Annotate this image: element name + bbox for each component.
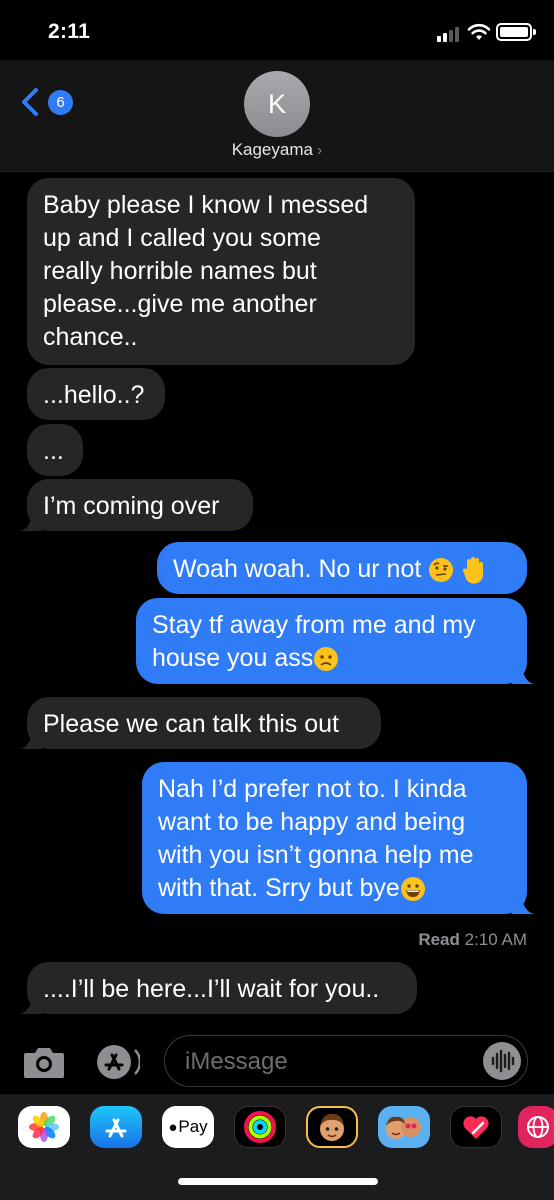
message-bubble-outgoing[interactable]: Nah I’d prefer not to. I kinda want to b… [142,762,534,914]
bubble-tail [512,894,534,914]
bubble-tail [20,994,42,1014]
message-list[interactable]: Baby please I know I messed up and I cal… [0,172,554,1024]
camera-icon[interactable] [22,1044,66,1080]
bubble-tail [20,729,42,749]
message-bubble-incoming[interactable]: Baby please I know I messed up and I cal… [27,178,415,365]
cellular-signal-icon [437,26,463,42]
message-line: Woah woah. No ur not [173,555,422,583]
message-bubble-outgoing[interactable]: Stay tf away from me and my house you as… [136,598,534,684]
message-input[interactable]: iMessage [164,1035,528,1087]
message-line: Baby please I know I messed [43,191,369,219]
app-store-icon[interactable] [90,1106,142,1148]
grinning-face-icon [400,877,425,902]
memoji-hearts-icon[interactable] [450,1106,502,1148]
message-line: with that. Srry but bye [158,874,400,902]
apple-pay-label: Pay [178,1117,208,1136]
memoji-stickers-icon[interactable] [378,1106,430,1148]
message-line: with you isn’t gonna help me [158,841,474,869]
message-line: house you ass [152,644,314,672]
waveform-icon [491,1049,515,1073]
message-line: ....I’ll be here...I’ll wait for you.. [43,975,380,1003]
bubble-tail [512,664,534,684]
chevron-right-icon: › [316,142,323,159]
message-line: ...hello..? [43,381,145,409]
wifi-icon [467,23,491,40]
raised-hand-icon [463,557,484,585]
read-time: 2:10 AM [464,930,527,949]
message-line: up and I called you some [43,224,321,252]
audio-message-button[interactable] [483,1042,521,1080]
chevron-left-icon [22,88,38,116]
read-label: Read [418,930,460,949]
contact-name[interactable]: Kageyama › [0,140,554,160]
worried-face-icon [314,647,339,672]
message-line: ... [43,437,64,465]
photos-icon[interactable] [18,1106,70,1148]
app-store-icon[interactable] [92,1042,140,1082]
apple-pay-icon[interactable]: ● Pay [162,1106,214,1148]
message-line: I’m coming over [43,492,220,520]
message-bubble-incoming[interactable]: I’m coming over [20,479,253,531]
memoji-stickers-glyph-icon [386,1116,421,1139]
photos-flower-icon [29,1112,59,1142]
globe-icon [527,1116,549,1138]
memoji-face-icon [320,1113,344,1141]
message-line: please...give me another [43,290,317,318]
conversation-header: 6 K Kageyama › [0,60,554,172]
bubble-tail [20,511,42,531]
message-line: Please we can talk this out [43,710,339,738]
message-bubble-outgoing[interactable]: Woah woah. No ur not [157,542,527,594]
face-with-raised-eyebrow-icon [429,558,454,583]
status-time: 2:11 [48,20,91,43]
message-bubble-incoming[interactable]: ....I’ll be here...I’ll wait for you.. [20,962,417,1014]
memoji-icon[interactable] [306,1106,358,1148]
battery-icon [496,23,536,41]
message-line: really horrible names but [43,257,317,285]
contact-name-label: Kageyama [231,140,313,159]
message-bubble-incoming[interactable]: Please we can talk this out [20,697,381,749]
home-indicator[interactable] [178,1178,378,1185]
activity-rings-icon [244,1111,276,1143]
activity-icon[interactable] [234,1106,286,1148]
unread-count-badge: 6 [48,89,73,115]
message-line: chance.. [43,323,138,351]
apple-logo-icon: ● [168,1118,178,1136]
message-input-placeholder: iMessage [185,1048,288,1075]
read-receipt: Read 2:10 AM [418,930,527,950]
web-search-icon[interactable] [518,1106,554,1148]
message-bubble-incoming[interactable]: ...hello..? [27,368,165,420]
message-line: want to be happy and being [158,808,466,836]
contact-avatar[interactable]: K [244,71,310,137]
message-line: Stay tf away from me and my [152,611,476,639]
message-line: Nah I’d prefer not to. I kinda [158,775,467,803]
message-bubble-incoming[interactable]: ... [27,424,83,476]
back-button[interactable]: 6 [18,82,74,122]
app-store-glyph-icon [105,1118,127,1138]
heart-icon [463,1116,489,1139]
status-bar: 2:11 [0,0,554,60]
app-drawer: ● Pay [0,1094,554,1200]
input-bar: iMessage [0,1024,554,1094]
